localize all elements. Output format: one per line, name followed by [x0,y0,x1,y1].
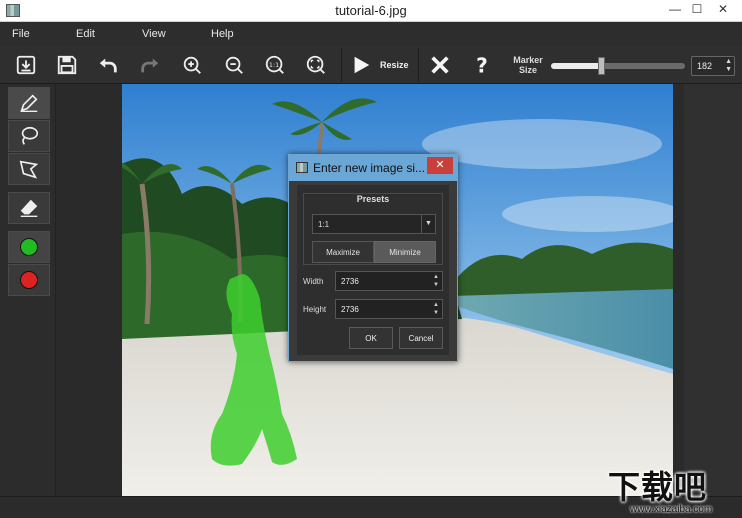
zoom-out-button[interactable] [218,50,250,80]
menu-bar: File Edit View Help [0,22,742,46]
width-spin-icon[interactable]: ▲ ▼ [433,273,439,289]
height-field[interactable]: 2736 ▲ ▼ [335,299,443,319]
dialog-title: Enter new image si... [313,161,426,175]
clear-x-icon [431,56,449,74]
width-field[interactable]: 2736 ▲ ▼ [335,271,443,291]
marker-size-value: 182 [697,61,713,71]
zoom-in-icon [183,56,201,74]
height-spin-icon[interactable]: ▲ ▼ [433,301,439,317]
watermark-url: www.xiazaiba.com [630,504,713,515]
zoom-actual-button[interactable]: 1:1 [259,50,291,80]
svg-text:1:1: 1:1 [269,61,279,69]
slider-fill [551,63,601,69]
lasso-icon [21,126,39,145]
save-button[interactable] [51,50,83,80]
save-icon [57,55,77,75]
maximize-button[interactable]: ☐ [683,0,711,20]
menu-view[interactable]: View [142,28,166,40]
clear-button[interactable] [424,50,456,80]
marker-size-slider[interactable] [551,63,685,69]
spin-arrows-icon[interactable]: ▲ ▼ [725,58,732,74]
width-label: Width [303,277,324,286]
marker-size-label: Marker Size [513,55,543,75]
resize-label: Resize [380,60,409,70]
play-icon [354,56,370,74]
zoom-1to1-icon: 1:1 [265,55,284,74]
svg-text:?: ? [476,54,488,76]
zoom-out-icon [225,56,243,74]
preset-dropdown[interactable]: 1:1 ▼ [312,214,436,234]
watermark-logo-text: 下载吧 [608,469,708,505]
polygon-lasso-icon [19,160,39,179]
watermark: 下载吧 www.xiazaiba.com [604,460,742,518]
resize-dialog: Enter new image si... ✕ Presets 1:1 ▼ Ma… [288,154,458,362]
brush-tool-button[interactable] [8,87,50,119]
maximize-preset-button[interactable]: Maximize [312,241,374,263]
polygon-tool-button[interactable] [8,153,50,185]
red-dot-icon [20,271,38,289]
undo-button[interactable] [92,50,124,80]
undo-icon [99,58,117,73]
open-file-icon [16,55,36,75]
dialog-close-button[interactable]: ✕ [427,157,453,174]
zoom-in-button[interactable] [176,50,208,80]
tool-panel [0,84,56,496]
open-button[interactable] [10,50,42,80]
toolbar: 1:1 Resize ? Marker Size 182 ▲ ▼ [0,46,742,84]
eraser-icon [20,199,38,217]
redo-icon [141,58,159,73]
help-icon: ? [476,54,488,76]
zoom-fit-button[interactable] [300,50,332,80]
menu-help[interactable]: Help [211,28,234,40]
ok-button[interactable]: OK [349,327,393,349]
menu-edit[interactable]: Edit [76,28,95,40]
keep-marker-button[interactable] [8,231,50,263]
resize-button[interactable]: Resize [341,48,419,82]
dropdown-arrow-icon[interactable]: ▼ [421,215,435,233]
menu-file[interactable]: File [12,28,30,40]
redo-button[interactable] [134,50,166,80]
presets-title: Presets [356,194,390,204]
dialog-app-icon [296,162,308,173]
pencil-icon [20,94,38,112]
width-value: 2736 [341,277,359,286]
zoom-fit-icon [306,55,325,74]
preset-value: 1:1 [318,220,330,229]
close-button[interactable]: ✕ [709,0,737,20]
cancel-button[interactable]: Cancel [399,327,443,349]
marker-size-spinbox[interactable]: 182 ▲ ▼ [691,56,735,76]
dialog-title-bar[interactable]: Enter new image si... ✕ [289,155,457,181]
eraser-tool-button[interactable] [8,192,50,224]
height-value: 2736 [341,305,359,314]
remove-marker-button[interactable] [8,264,50,296]
title-bar: tutorial-6.jpg — ☐ ✕ [0,0,742,22]
green-dot-icon [20,238,38,256]
lasso-tool-button[interactable] [8,120,50,152]
dialog-body: Presets 1:1 ▼ Maximize Minimize Width 27… [297,185,449,355]
help-button[interactable]: ? [466,50,498,80]
presets-group: Presets 1:1 ▼ Maximize Minimize [303,193,443,265]
minimize-preset-button[interactable]: Minimize [374,241,436,263]
slider-handle[interactable] [597,57,605,75]
height-label: Height [303,305,327,314]
window-title: tutorial-6.jpg [335,3,407,18]
right-panel [684,84,742,496]
